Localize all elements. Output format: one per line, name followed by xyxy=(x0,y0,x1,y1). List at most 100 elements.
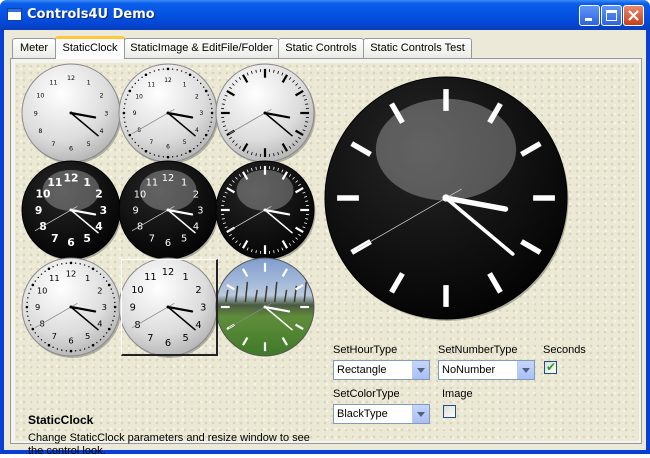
svg-text:3: 3 xyxy=(102,302,107,312)
window-title: Controls4U Demo xyxy=(27,7,155,22)
svg-text:5: 5 xyxy=(85,331,90,341)
seconds-label: Seconds xyxy=(543,344,586,356)
clock-silver-ticks xyxy=(212,60,318,166)
chevron-down-icon xyxy=(412,405,429,423)
svg-text:2: 2 xyxy=(97,285,102,295)
svg-text:7: 7 xyxy=(51,140,55,148)
clock-silver-dots: 121234567891011 xyxy=(115,60,221,166)
image-checkbox[interactable] xyxy=(443,405,456,418)
svg-text:4: 4 xyxy=(97,319,102,329)
svg-text:4: 4 xyxy=(100,127,104,135)
svg-text:6: 6 xyxy=(67,236,75,249)
svg-text:1: 1 xyxy=(83,176,91,189)
minimize-button[interactable] xyxy=(579,5,600,26)
svg-text:2: 2 xyxy=(95,188,103,201)
svg-text:7: 7 xyxy=(51,232,59,245)
checkmark-icon: ✔ xyxy=(546,360,556,374)
svg-text:1: 1 xyxy=(183,82,187,88)
svg-text:5: 5 xyxy=(87,140,91,148)
svg-text:12: 12 xyxy=(162,173,174,184)
info-title: StaticClock xyxy=(28,413,93,427)
color-type-select[interactable]: BlackType xyxy=(333,404,430,424)
svg-text:3: 3 xyxy=(199,111,203,117)
svg-text:9: 9 xyxy=(133,111,137,117)
select-value: BlackType xyxy=(337,408,388,420)
svg-text:9: 9 xyxy=(34,109,38,117)
title-bar[interactable]: Controls4U Demo xyxy=(0,0,650,30)
seconds-checkbox[interactable]: ✔ xyxy=(544,361,557,374)
svg-text:9: 9 xyxy=(35,302,40,312)
svg-text:11: 11 xyxy=(49,273,60,283)
number-type-select[interactable]: NoNumber xyxy=(438,360,535,380)
tab-panel: StaticClock Change StaticClock parameter… xyxy=(10,58,642,444)
svg-text:3: 3 xyxy=(104,109,108,117)
svg-text:4: 4 xyxy=(195,128,199,134)
chevron-down-icon xyxy=(517,361,534,379)
svg-text:2: 2 xyxy=(100,92,104,100)
svg-text:10: 10 xyxy=(135,94,143,100)
close-icon xyxy=(624,6,643,25)
svg-text:9: 9 xyxy=(133,206,139,217)
maximize-icon xyxy=(606,10,617,21)
app-window: Controls4U Demo Meter StaticClock Static… xyxy=(0,0,650,454)
tab-label: Static Controls Test xyxy=(370,42,465,54)
color-type-label: SetColorType xyxy=(333,388,400,400)
tab-label: Meter xyxy=(20,42,48,54)
app-icon xyxy=(7,8,22,21)
svg-text:10: 10 xyxy=(36,92,44,100)
svg-text:5: 5 xyxy=(183,140,187,146)
maximize-button[interactable] xyxy=(601,5,622,26)
minimize-icon xyxy=(585,18,592,21)
number-type-label: SetNumberType xyxy=(438,344,517,356)
svg-text:6: 6 xyxy=(69,145,73,153)
select-value: Rectangle xyxy=(337,364,387,376)
svg-text:2: 2 xyxy=(193,189,199,200)
svg-text:1: 1 xyxy=(87,79,91,87)
tab-staticimage[interactable]: StaticImage & EditFile/Folder xyxy=(124,38,279,58)
svg-text:11: 11 xyxy=(148,82,156,88)
svg-text:11: 11 xyxy=(47,176,62,189)
clock-black-numbers: 121234567891011 xyxy=(18,157,124,263)
tab-label: StaticImage & EditFile/Folder xyxy=(130,42,272,54)
svg-text:6: 6 xyxy=(165,238,171,249)
selected-clock-frame[interactable] xyxy=(121,259,218,356)
svg-text:3: 3 xyxy=(100,204,108,217)
hour-type-label: SetHourType xyxy=(333,344,397,356)
info-description: Change StaticClock parameters and resize… xyxy=(28,432,328,458)
svg-text:12: 12 xyxy=(67,74,75,82)
svg-text:7: 7 xyxy=(52,331,57,341)
tab-label: Static Controls xyxy=(285,42,357,54)
svg-text:11: 11 xyxy=(49,79,57,87)
svg-text:5: 5 xyxy=(181,234,187,245)
select-value: NoNumber xyxy=(442,364,495,376)
svg-text:9: 9 xyxy=(35,204,43,217)
svg-text:1: 1 xyxy=(85,273,90,283)
close-button[interactable] xyxy=(623,5,644,26)
clock-gray-numbers: 121234567891011 xyxy=(18,60,124,166)
svg-text:2: 2 xyxy=(195,94,199,100)
svg-text:12: 12 xyxy=(66,269,77,279)
clock-large-black xyxy=(321,73,571,323)
svg-text:10: 10 xyxy=(37,285,48,295)
clock-black-numbers-2: 121234567891011 xyxy=(115,157,221,263)
svg-text:6: 6 xyxy=(68,335,73,345)
tab-static-controls[interactable]: Static Controls xyxy=(278,38,364,58)
svg-text:6: 6 xyxy=(166,144,170,150)
tab-static-controls-test[interactable]: Static Controls Test xyxy=(363,38,472,58)
svg-text:10: 10 xyxy=(36,188,51,201)
tab-label: StaticClock xyxy=(62,42,117,54)
clock-black-ticks xyxy=(212,157,318,263)
client-area: Meter StaticClock StaticImage & EditFile… xyxy=(4,30,646,450)
svg-text:8: 8 xyxy=(38,127,42,135)
clock-photo xyxy=(212,254,318,360)
svg-text:12: 12 xyxy=(164,78,172,84)
svg-text:1: 1 xyxy=(181,178,187,189)
tab-meter[interactable]: Meter xyxy=(12,38,56,58)
svg-text:7: 7 xyxy=(149,140,153,146)
svg-text:5: 5 xyxy=(83,232,91,245)
hour-type-select[interactable]: Rectangle xyxy=(333,360,430,380)
svg-text:7: 7 xyxy=(149,234,155,245)
svg-text:11: 11 xyxy=(146,178,158,189)
clock-silver-dots-2: 121234567891011 xyxy=(18,254,124,360)
tab-staticclock[interactable]: StaticClock xyxy=(55,36,125,59)
